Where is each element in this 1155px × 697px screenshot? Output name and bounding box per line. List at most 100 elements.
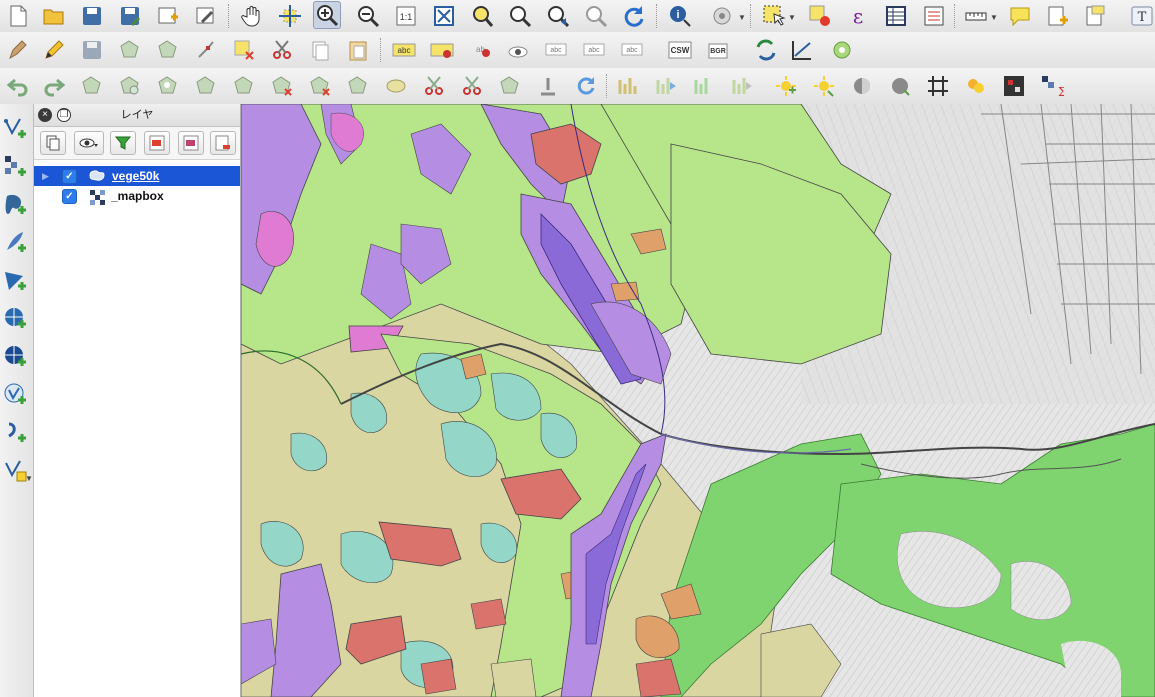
layer-row-mapbox[interactable]: ✓ _mapbox: [34, 186, 240, 206]
paste-features-icon[interactable]: [344, 36, 372, 64]
plugin-sync-icon[interactable]: [752, 36, 780, 64]
delete-ring-icon[interactable]: [268, 72, 296, 100]
open-layer-styling-icon[interactable]: [40, 131, 66, 155]
highlight-pinned-labels-icon[interactable]: [428, 36, 456, 64]
add-ring-icon[interactable]: [154, 72, 182, 100]
save-project-icon[interactable]: [78, 2, 106, 30]
show-bookmarks-icon[interactable]: [1082, 2, 1110, 30]
shading-settings-icon[interactable]: [886, 72, 914, 100]
add-wcs-layer-icon[interactable]: [1, 342, 29, 370]
run-feature-action-icon[interactable]: [708, 2, 736, 30]
add-spatialite-layer-icon[interactable]: [1, 228, 29, 256]
label-tool-icon[interactable]: abc: [390, 36, 418, 64]
zoom-to-selection-icon[interactable]: [468, 2, 496, 30]
remove-layer-icon[interactable]: [210, 131, 236, 155]
rotate-feature-icon[interactable]: [78, 72, 106, 100]
merge-features-icon[interactable]: [496, 72, 524, 100]
layer-row-vege50k[interactable]: ▶ ✓ vege50k: [34, 166, 240, 186]
redo-icon[interactable]: [40, 72, 68, 100]
collapse-all-icon[interactable]: [178, 131, 204, 155]
float-panel-icon[interactable]: ❐: [57, 108, 71, 122]
move-feature-icon[interactable]: [154, 36, 182, 64]
refresh-icon[interactable]: [620, 2, 648, 30]
zoom-native-resolution-icon[interactable]: 1:1: [392, 2, 420, 30]
add-mssql-layer-icon[interactable]: [1, 266, 29, 294]
save-as-icon[interactable]: [116, 2, 144, 30]
add-wms-layer-icon[interactable]: [1, 304, 29, 332]
delete-part-icon[interactable]: [306, 72, 334, 100]
zoom-in-icon[interactable]: [313, 1, 341, 29]
simplify-feature-icon[interactable]: [116, 72, 144, 100]
new-print-composer-icon[interactable]: [154, 2, 182, 30]
statistical-summary-icon[interactable]: [920, 2, 948, 30]
add-postgis-layer-icon[interactable]: [1, 190, 29, 218]
fill-ring-icon[interactable]: [230, 72, 258, 100]
zoom-to-layer-icon[interactable]: [506, 2, 534, 30]
pan-to-selection-icon[interactable]: [276, 2, 304, 30]
close-panel-icon[interactable]: ×: [38, 108, 52, 122]
new-bookmark-icon[interactable]: [1044, 2, 1072, 30]
composer-manager-icon[interactable]: [192, 2, 220, 30]
expand-arrow-icon[interactable]: ▶: [42, 171, 49, 182]
pan-map-icon[interactable]: [238, 2, 266, 30]
zoom-last-icon[interactable]: [544, 2, 572, 30]
trace-digitizing-icon[interactable]: [614, 72, 642, 100]
split-parts-icon[interactable]: [458, 72, 486, 100]
select-features-icon[interactable]: [760, 2, 788, 30]
move-label-icon[interactable]: abc: [542, 36, 570, 64]
measure-line-icon[interactable]: [962, 2, 990, 30]
toggle-editing-icon[interactable]: [40, 36, 68, 64]
layer-visibility-checkbox[interactable]: ✓: [62, 189, 77, 204]
current-edits-icon[interactable]: [4, 36, 32, 64]
new-project-icon[interactable]: [4, 2, 32, 30]
open-project-icon[interactable]: [40, 2, 68, 30]
zoom-next-icon[interactable]: [582, 2, 610, 30]
merge-attributes-icon[interactable]: [534, 72, 562, 100]
pin-labels-icon[interactable]: ab: [466, 36, 494, 64]
rotate-point-symbols-icon[interactable]: [572, 72, 600, 100]
show-hide-labels-icon[interactable]: [504, 36, 532, 64]
sun-settings-icon[interactable]: [810, 72, 838, 100]
topology-editing-icon[interactable]: [728, 72, 756, 100]
manage-visibility-icon[interactable]: [74, 131, 104, 155]
filter-legend-icon[interactable]: [110, 131, 136, 155]
shading-tool-icon[interactable]: [848, 72, 876, 100]
map-tips-icon[interactable]: [1006, 2, 1034, 30]
cad-tools-icon[interactable]: [652, 72, 680, 100]
node-tool-icon[interactable]: [192, 36, 220, 64]
copy-features-icon[interactable]: [306, 36, 334, 64]
grid-tool-icon[interactable]: [924, 72, 952, 100]
add-feature-icon[interactable]: [116, 36, 144, 64]
csw-client-icon[interactable]: CSW: [666, 36, 694, 64]
zoom-full-icon[interactable]: [430, 2, 458, 30]
add-vector-layer-icon[interactable]: [1, 114, 29, 142]
add-wfs-layer-icon[interactable]: [1, 380, 29, 408]
snapping-tool-icon[interactable]: [690, 72, 718, 100]
split-features-icon[interactable]: [420, 72, 448, 100]
bgr-tool-icon[interactable]: BGR: [704, 36, 732, 64]
undo-icon[interactable]: [4, 72, 32, 100]
change-label-icon[interactable]: abc: [618, 36, 646, 64]
cut-features-icon[interactable]: [268, 36, 296, 64]
raster-calculator-icon[interactable]: [1000, 72, 1028, 100]
add-light-icon[interactable]: [772, 72, 800, 100]
attribute-table-icon[interactable]: [882, 2, 910, 30]
text-annotation-icon[interactable]: T: [1128, 2, 1155, 30]
zoom-out-icon[interactable]: [354, 2, 382, 30]
offset-curve-icon[interactable]: [382, 72, 410, 100]
point-symbol-icon[interactable]: [962, 72, 990, 100]
identify-features-icon[interactable]: i: [666, 2, 694, 30]
map-canvas[interactable]: [241, 104, 1155, 697]
expand-all-icon[interactable]: [144, 131, 170, 155]
zonal-statistics-icon[interactable]: Σ: [1038, 72, 1066, 100]
layer-visibility-checkbox[interactable]: ✓: [62, 169, 77, 184]
add-delimited-text-layer-icon[interactable]: [1, 418, 29, 446]
rotate-label-icon[interactable]: abc: [580, 36, 608, 64]
add-part-icon[interactable]: [192, 72, 220, 100]
add-raster-layer-icon[interactable]: [1, 152, 29, 180]
plugin-processing-icon[interactable]: [828, 36, 856, 64]
deselect-features-icon[interactable]: [806, 2, 834, 30]
reshape-features-icon[interactable]: [344, 72, 372, 100]
delete-selected-icon[interactable]: [230, 36, 258, 64]
field-calculator-icon[interactable]: ε: [844, 2, 872, 30]
